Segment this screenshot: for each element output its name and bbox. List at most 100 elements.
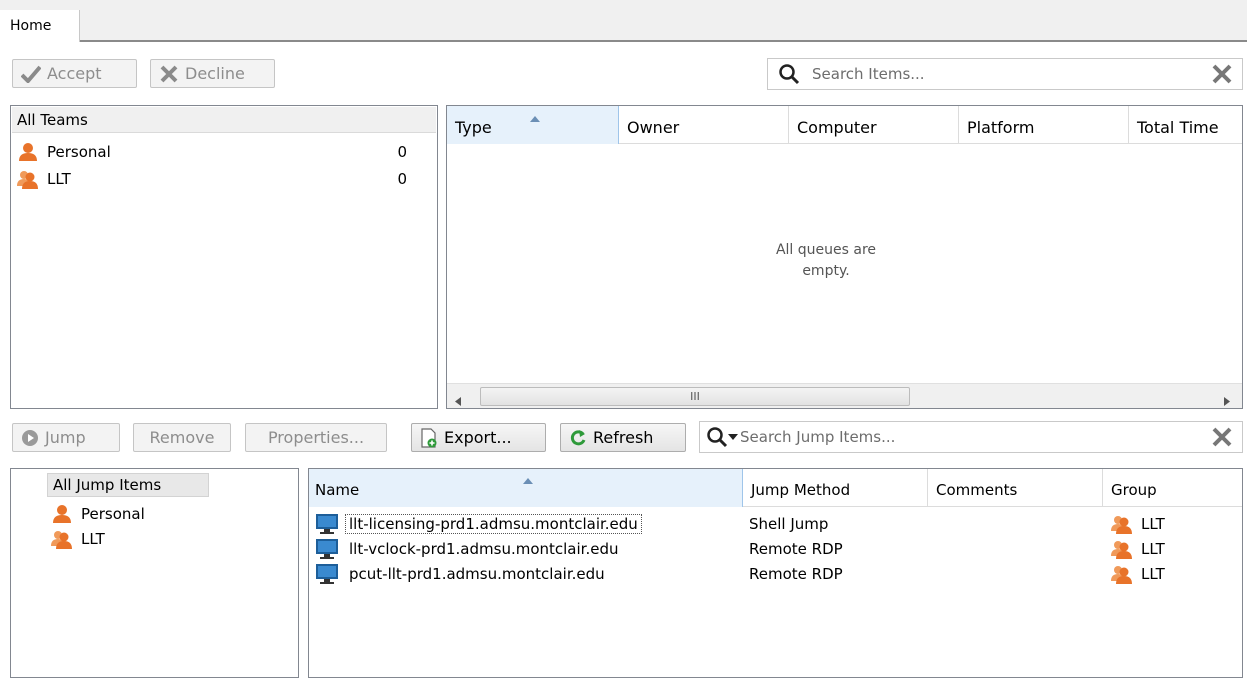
jump-search-box[interactable]: Search Jump Items... bbox=[699, 421, 1243, 453]
column-header-platform[interactable]: Platform bbox=[959, 106, 1129, 144]
jump-items-table: Name Jump Method Comments Group llt-lice… bbox=[308, 468, 1243, 678]
jump-item-name: llt-vclock-prd1.admsu.montclair.edu bbox=[349, 540, 619, 558]
x-icon bbox=[159, 65, 179, 83]
jump-item-method: Remote RDP bbox=[749, 540, 843, 558]
column-header-owner[interactable]: Owner bbox=[619, 106, 789, 144]
search-options-icon[interactable] bbox=[706, 426, 738, 448]
queue-search-input[interactable]: Search Items... bbox=[812, 65, 925, 83]
play-icon bbox=[21, 429, 39, 447]
column-label: Total Time bbox=[1137, 118, 1219, 137]
column-label: Owner bbox=[627, 118, 680, 137]
team-item-label: Personal bbox=[47, 143, 111, 161]
column-header-jump-method[interactable]: Jump Method bbox=[743, 469, 928, 507]
jump-group-label: LLT bbox=[81, 530, 105, 548]
jump-item-group: LLT bbox=[1111, 564, 1165, 584]
team-icon bbox=[51, 529, 73, 549]
sort-ascending-icon bbox=[530, 107, 540, 126]
accept-button[interactable]: Accept bbox=[12, 59, 137, 88]
group-label: LLT bbox=[1141, 565, 1165, 583]
person-icon bbox=[17, 142, 39, 162]
teams-panel: All Teams Personal 0 LLT 0 bbox=[10, 105, 438, 409]
properties-label: Properties... bbox=[267, 428, 365, 447]
export-label: Export... bbox=[444, 428, 512, 447]
empty-queue-message: All queues are empty. bbox=[775, 242, 877, 279]
jump-group-personal[interactable]: Personal bbox=[51, 503, 251, 525]
remove-button[interactable]: Remove bbox=[133, 423, 231, 452]
team-icon bbox=[1111, 539, 1133, 559]
queue-table: Type Owner Computer Platform Total Time … bbox=[446, 105, 1243, 409]
jump-search-input[interactable]: Search Jump Items... bbox=[740, 428, 895, 446]
column-label: Group bbox=[1111, 481, 1157, 499]
column-header-group[interactable]: Group bbox=[1103, 469, 1242, 507]
sort-ascending-icon bbox=[523, 470, 533, 488]
column-label: Comments bbox=[936, 481, 1018, 499]
jump-button[interactable]: Jump bbox=[12, 423, 120, 452]
column-header-name[interactable]: Name bbox=[309, 469, 743, 507]
jump-item-name: llt-licensing-prd1.admsu.montclair.edu bbox=[345, 514, 642, 534]
column-label: Computer bbox=[797, 118, 877, 137]
clear-jump-search-icon[interactable] bbox=[1210, 425, 1234, 453]
column-label: Jump Method bbox=[751, 481, 851, 499]
tab-strip: Home bbox=[0, 0, 1247, 42]
team-item-label: LLT bbox=[47, 170, 71, 188]
queue-table-header: Type Owner Computer Platform Total Time bbox=[447, 106, 1242, 144]
jump-group-llt[interactable]: LLT bbox=[51, 528, 251, 550]
decline-label: Decline bbox=[185, 64, 245, 83]
column-label: Type bbox=[455, 118, 492, 137]
group-label: LLT bbox=[1141, 515, 1165, 533]
column-header-total-time[interactable]: Total Time bbox=[1129, 106, 1242, 144]
properties-button[interactable]: Properties... bbox=[245, 423, 387, 452]
refresh-button[interactable]: Refresh bbox=[560, 423, 686, 452]
team-item-count: 0 bbox=[397, 170, 407, 188]
team-item-count: 0 bbox=[397, 143, 407, 161]
jump-label: Jump bbox=[45, 428, 86, 447]
column-label: Platform bbox=[967, 118, 1035, 137]
column-header-type[interactable]: Type bbox=[447, 106, 619, 144]
team-item-personal[interactable]: Personal 0 bbox=[17, 141, 407, 163]
team-icon bbox=[1111, 514, 1133, 534]
jump-item-group: LLT bbox=[1111, 514, 1165, 534]
jump-item-group: LLT bbox=[1111, 539, 1165, 559]
jump-groups-header-label: All Jump Items bbox=[53, 476, 162, 494]
jump-groups-panel: All Jump Items Personal LLT bbox=[10, 468, 299, 678]
scrollbar-grip: III bbox=[690, 390, 700, 403]
group-label: LLT bbox=[1141, 540, 1165, 558]
table-row[interactable]: llt-licensing-prd1.admsu.montclair.edu S… bbox=[315, 513, 1235, 535]
jump-item-method: Remote RDP bbox=[749, 565, 843, 583]
table-row[interactable]: llt-vclock-prd1.admsu.montclair.edu Remo… bbox=[315, 538, 1235, 560]
export-icon bbox=[420, 427, 438, 448]
teams-header: All Teams bbox=[12, 107, 436, 133]
export-button[interactable]: Export... bbox=[411, 423, 546, 452]
person-icon bbox=[51, 504, 73, 524]
search-icon bbox=[778, 63, 800, 85]
column-header-comments[interactable]: Comments bbox=[928, 469, 1103, 507]
team-item-llt[interactable]: LLT 0 bbox=[17, 168, 407, 190]
remove-label: Remove bbox=[149, 428, 215, 447]
column-label: Name bbox=[315, 481, 360, 499]
teams-header-label: All Teams bbox=[17, 111, 88, 129]
team-icon bbox=[17, 169, 39, 189]
checkmark-icon bbox=[21, 65, 41, 83]
computer-icon bbox=[315, 513, 339, 535]
decline-button[interactable]: Decline bbox=[150, 59, 275, 88]
clear-search-icon[interactable] bbox=[1210, 62, 1234, 90]
jump-table-header: Name Jump Method Comments Group bbox=[309, 469, 1242, 507]
scroll-right-icon[interactable] bbox=[1224, 392, 1230, 408]
computer-icon bbox=[315, 563, 339, 585]
jump-groups-header[interactable]: All Jump Items bbox=[47, 473, 209, 497]
refresh-label: Refresh bbox=[593, 428, 654, 447]
column-header-computer[interactable]: Computer bbox=[789, 106, 959, 144]
jump-item-name: pcut-llt-prd1.admsu.montclair.edu bbox=[349, 565, 605, 583]
horizontal-scrollbar[interactable]: III bbox=[447, 383, 1242, 408]
table-row[interactable]: pcut-llt-prd1.admsu.montclair.edu Remote… bbox=[315, 563, 1235, 585]
scrollbar-thumb[interactable]: III bbox=[480, 387, 910, 406]
tab-home[interactable]: Home bbox=[0, 10, 80, 42]
jump-item-method: Shell Jump bbox=[749, 515, 829, 533]
accept-label: Accept bbox=[47, 64, 102, 83]
refresh-icon bbox=[569, 429, 587, 447]
team-icon bbox=[1111, 564, 1133, 584]
scroll-left-icon[interactable] bbox=[455, 392, 461, 408]
jump-group-label: Personal bbox=[81, 505, 145, 523]
queue-search-box[interactable]: Search Items... bbox=[767, 58, 1243, 90]
computer-icon bbox=[315, 538, 339, 560]
